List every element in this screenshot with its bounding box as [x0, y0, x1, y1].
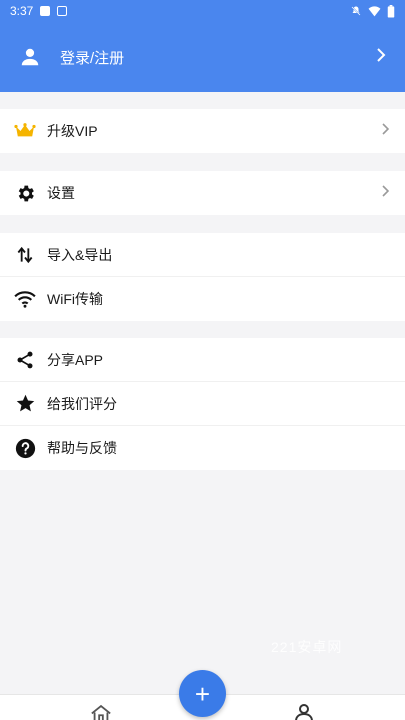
menu-item-import-export[interactable]: 导入&导出 — [0, 233, 405, 277]
home-icon[interactable] — [90, 704, 112, 720]
menu-label-rate: 给我们评分 — [47, 395, 117, 412]
menu-label-settings: 设置 — [47, 185, 75, 201]
menu-label-vip: 升级VIP — [47, 123, 98, 139]
crown-icon — [14, 120, 36, 142]
menu-item-share-app[interactable]: 分享APP — [0, 338, 405, 382]
vip-group: 升级VIP — [0, 109, 405, 153]
image-notification-icon — [40, 6, 51, 16]
menu-item-rate-us[interactable]: 给我们评分 — [0, 382, 405, 426]
wifi-status-icon — [368, 5, 381, 16]
plus-icon: + — [194, 678, 211, 709]
menu-label-help: 帮助与反馈 — [47, 440, 117, 456]
status-time: 3:37 — [10, 4, 34, 18]
share-icon — [14, 349, 36, 371]
menu-label-wifi: WiFi传输 — [47, 291, 103, 307]
person-icon[interactable] — [294, 703, 314, 720]
wifi-icon — [14, 288, 36, 310]
chevron-right-icon — [381, 122, 391, 140]
menu-item-upgrade-vip[interactable]: 升级VIP — [0, 109, 405, 153]
menu-item-settings[interactable]: 设置 — [0, 171, 405, 215]
menu-label-share: 分享APP — [47, 351, 104, 368]
app-notification-icon — [57, 6, 68, 16]
watermark: 221安卓网 — [271, 639, 343, 655]
help-circle-icon — [14, 437, 36, 459]
login-register-label: 登录/注册 — [60, 49, 125, 67]
gear-icon — [14, 182, 36, 204]
star-icon — [14, 393, 36, 415]
chevron-right-icon — [381, 184, 391, 202]
user-avatar-icon — [19, 46, 41, 68]
settings-group: 设置 — [0, 171, 405, 215]
status-bar: 3:37 — [0, 0, 405, 22]
transfer-group: 导入&导出 WiFi传输 — [0, 233, 405, 321]
about-group: 分享APP 给我们评分 帮助与反馈 — [0, 338, 405, 470]
chevron-right-icon — [375, 47, 387, 67]
swap-vertical-icon — [14, 244, 36, 266]
add-button[interactable]: + — [179, 670, 226, 717]
menu-item-help-feedback[interactable]: 帮助与反馈 — [0, 426, 405, 470]
login-header[interactable]: 登录/注册 — [0, 22, 405, 92]
menu-item-wifi-transfer[interactable]: WiFi传输 — [0, 277, 405, 321]
mute-icon — [351, 6, 361, 16]
menu-label-import-export: 导入&导出 — [47, 246, 113, 263]
battery-icon — [387, 4, 395, 18]
